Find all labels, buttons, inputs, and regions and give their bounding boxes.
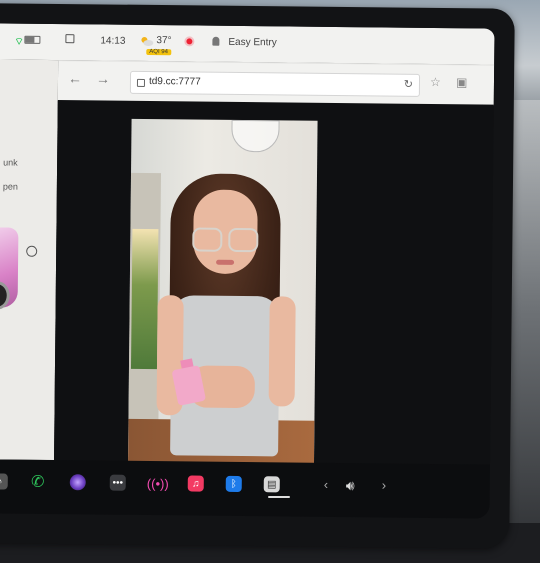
weather-icon [141,36,154,47]
calendar-icon[interactable]: ▤ [263,476,280,493]
open-label[interactable]: pen [3,181,18,191]
temperature: 37° [156,35,172,47]
battery-icon [24,35,41,44]
lips [216,259,235,265]
music-icon[interactable]: ♫ [187,475,204,492]
glasses [228,227,259,253]
url-bar[interactable]: td9.cc:7777 ↻ [129,70,421,97]
dots-icon[interactable]: ••• [109,474,126,491]
app-menu-icon[interactable]: ♪ [0,473,8,490]
record-icon[interactable] [186,38,193,45]
wifi-icon: ⌔ [14,36,24,48]
bluetooth-icon[interactable]: ᛒ [225,475,242,493]
phone-icon[interactable]: ✆ [30,474,46,491]
reload-icon[interactable]: ↻ [404,78,413,91]
taskbar: ♪ ✆ ••• ((•)) ♫ ᛒ ▤ ‹ 🔊︎ › [0,459,490,519]
home-indicator [268,496,290,498]
volume-icon[interactable]: 🔊︎ [346,477,355,494]
aqi-badge: AQI 94 [146,48,172,56]
radio-icon[interactable]: ((•)) [147,475,169,491]
lock-icon [136,78,146,87]
touchscreen: ⌔ 14:13 37° AQI 94 Easy Entry unk pen ← … [0,23,495,519]
back-arrow-icon[interactable]: ← [68,70,82,86]
url-text[interactable]: td9.cc:7777 [149,76,201,88]
person-arm [268,296,296,407]
glasses [192,227,223,252]
charge-port-icon[interactable] [26,245,38,257]
lock-icon[interactable] [65,34,75,44]
status-bar: ⌔ 14:13 37° AQI 94 Easy Entry [0,23,495,65]
tab-icon[interactable]: ▣ [456,75,467,89]
star-icon[interactable]: ☆ [430,75,441,89]
chevron-left-icon[interactable]: ‹ [324,477,329,492]
browser-toolbar: ← → td9.cc:7777 ↻ ☆ ▣ [57,60,495,106]
profile-name[interactable]: Easy Entry [228,37,276,49]
ceiling-lamp [231,119,280,153]
trunk-label[interactable]: unk [3,157,18,167]
chevron-right-icon[interactable]: › [382,477,387,492]
video-frame[interactable] [127,118,318,465]
car-panel: unk pen [0,59,59,461]
clock: 14:13 [100,35,126,47]
camera-icon[interactable] [69,474,86,491]
window-view [130,228,159,370]
user-icon[interactable] [212,36,220,46]
forward-arrow-icon[interactable]: → [96,70,110,86]
